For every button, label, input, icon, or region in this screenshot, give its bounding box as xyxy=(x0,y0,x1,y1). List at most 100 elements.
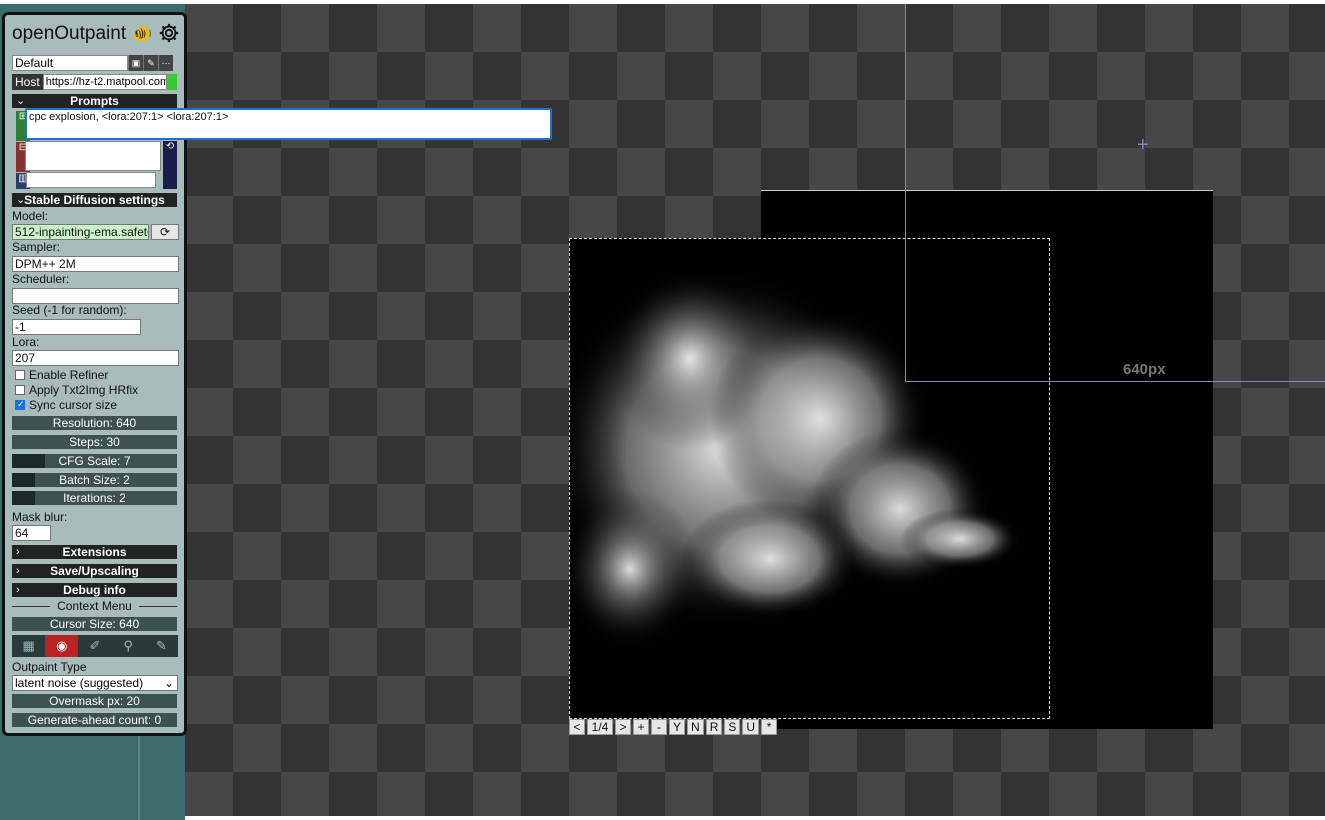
brush-icon[interactable]: ✐ xyxy=(78,635,111,657)
sd-settings-section-header[interactable]: ⌄ Stable Diffusion settings xyxy=(12,193,177,207)
cursor-size-label: 640px xyxy=(1123,361,1166,378)
checkbox-label: Sync cursor size xyxy=(29,398,118,412)
lora-label: Lora: xyxy=(12,335,40,349)
slider-label: Steps: 30 xyxy=(69,435,120,449)
section-label: Stable Diffusion settings xyxy=(24,193,165,207)
checkbox-label: Apply Txt2Img HRfix xyxy=(29,383,139,397)
sampler-input[interactable]: DPM++ 2M xyxy=(12,256,179,272)
checkbox-box[interactable] xyxy=(15,399,25,410)
sampler-label: Sampler: xyxy=(12,240,61,254)
model-label: Model: xyxy=(12,209,49,223)
checkbox-box[interactable] xyxy=(15,370,25,380)
overmask-slider[interactable]: Overmask px: 20 xyxy=(12,694,177,708)
app-title: openOutpaint 🐠 xyxy=(12,23,177,45)
prev-image-button[interactable]: < xyxy=(569,719,585,735)
chevron-down-icon: ⌄ xyxy=(16,194,26,206)
grid-icon[interactable]: ▦ xyxy=(12,635,45,657)
slider-fill xyxy=(12,491,36,505)
section-label: Prompts xyxy=(70,94,119,108)
chevron-down-icon: ⌄ xyxy=(163,676,174,690)
chevron-right-icon: › xyxy=(16,584,20,596)
debug-info-section-header[interactable]: › Debug info xyxy=(12,583,177,597)
more-icon[interactable]: ⋯ xyxy=(158,55,173,71)
preset-row: Default ▣ ✎ ⋯ xyxy=(12,55,177,71)
cfg-scale-slider[interactable]: CFG Scale: 7 xyxy=(12,454,177,468)
preset-select[interactable]: Default xyxy=(12,55,128,71)
section-label: Debug info xyxy=(63,583,126,597)
apply-hrfix-checkbox[interactable]: Apply Txt2Img HRfix xyxy=(15,383,138,397)
checkbox-label: Enable Refiner xyxy=(29,368,109,382)
host-status-indicator xyxy=(167,74,177,90)
fewer-images-button[interactable]: - xyxy=(651,719,667,735)
next-image-button[interactable]: > xyxy=(615,719,631,735)
seed-input[interactable]: -1 xyxy=(12,319,141,335)
prompts-section-header[interactable]: ⌄ Prompts xyxy=(12,94,177,108)
crosshair-icon: + xyxy=(1137,134,1149,156)
divider-line xyxy=(139,606,177,607)
generate-ahead-slider[interactable]: Generate-ahead count: 0 xyxy=(12,713,177,727)
scheduler-input[interactable] xyxy=(12,288,179,304)
scheduler-label: Scheduler: xyxy=(12,272,70,286)
host-input[interactable]: https://hz-t2.matpool.com xyxy=(42,74,167,90)
slider-fill xyxy=(12,473,36,487)
accept-button[interactable]: Y xyxy=(669,719,686,735)
pen-icon[interactable]: ✎ xyxy=(145,635,178,657)
context-menu-divider: Context Menu xyxy=(12,599,177,613)
style-input[interactable] xyxy=(26,172,156,188)
seed-label: Seed (-1 for random): xyxy=(12,303,127,317)
resolution-slider[interactable]: Resolution: 640 xyxy=(12,416,177,430)
cursor-size-slider[interactable]: Cursor Size: 640 xyxy=(12,617,177,631)
negative-prompt-input[interactable] xyxy=(25,141,161,171)
refresh-icon[interactable]: ⟳ xyxy=(151,224,179,240)
save-image-button[interactable]: S xyxy=(724,719,741,735)
enable-refiner-checkbox[interactable]: Enable Refiner xyxy=(15,368,108,382)
outpaint-type-value: latent noise (suggested) xyxy=(15,676,144,690)
save-icon[interactable]: ▣ xyxy=(128,55,143,71)
image-navigation: < 1/4 > + - Y N R S U * xyxy=(569,719,778,735)
mask-blur-input[interactable]: 64 xyxy=(12,525,51,541)
reject-button[interactable]: N xyxy=(687,719,704,735)
outpaint-type-select[interactable]: latent noise (suggested) ⌄ xyxy=(12,675,178,691)
batch-size-slider[interactable]: Batch Size: 2 xyxy=(12,473,177,487)
extensions-section-header[interactable]: › Extensions xyxy=(12,545,177,559)
slider-label: Batch Size: 2 xyxy=(59,473,130,487)
slider-label: Resolution: 640 xyxy=(52,416,137,430)
section-label: Save/Upscaling xyxy=(50,564,139,578)
page-indicator: 1/4 xyxy=(587,719,613,735)
stamp-icon[interactable]: ⚲ xyxy=(112,635,145,657)
divider-line xyxy=(12,606,50,607)
variation-button[interactable]: * xyxy=(761,719,778,735)
chevron-down-icon: ⌄ xyxy=(16,95,26,107)
outpaint-type-label: Outpaint Type xyxy=(12,660,87,674)
save-upscaling-section-header[interactable]: › Save/Upscaling xyxy=(12,564,177,578)
host-label: Host xyxy=(12,74,43,90)
edit-icon[interactable]: ✎ xyxy=(143,55,158,71)
steps-slider[interactable]: Steps: 30 xyxy=(12,435,177,449)
lora-input[interactable]: 207 xyxy=(12,350,179,366)
model-input[interactable]: 512-inpainting-ema.safetensors xyxy=(12,224,149,240)
slider-label: Iterations: 2 xyxy=(63,491,126,505)
slider-label: Cursor Size: 640 xyxy=(49,617,140,631)
chevron-right-icon: › xyxy=(16,546,20,558)
section-label: Extensions xyxy=(62,545,127,559)
slider-label: Generate-ahead count: 0 xyxy=(27,713,162,727)
fish-icon: 🐠 xyxy=(132,26,153,43)
slider-label: Overmask px: 20 xyxy=(49,694,140,708)
slider-label: CFG Scale: 7 xyxy=(58,454,131,468)
resource-button[interactable]: R xyxy=(705,719,723,735)
gear-icon[interactable] xyxy=(158,22,180,44)
mask-blur-label: Mask blur: xyxy=(12,510,68,524)
positive-prompt-input[interactable]: cpc explosion, <lora:207:1> <lora:207:1> xyxy=(25,108,552,140)
iterations-slider[interactable]: Iterations: 2 xyxy=(12,491,177,505)
app-title-text: openOutpaint xyxy=(12,23,127,44)
bottom-border xyxy=(185,816,1325,820)
tool-selector: ▦ ◉ ✐ ⚲ ✎ xyxy=(12,635,178,657)
more-images-button[interactable]: + xyxy=(633,719,649,735)
sync-cursor-checkbox[interactable]: Sync cursor size xyxy=(15,398,117,412)
checkbox-box[interactable] xyxy=(15,385,25,395)
chevron-right-icon: › xyxy=(16,565,20,577)
history-icon[interactable]: ⟲ xyxy=(163,141,177,189)
host-row: Host https://hz-t2.matpool.com xyxy=(12,74,177,90)
upscale-button[interactable]: U xyxy=(742,719,760,735)
mask-icon[interactable]: ◉ xyxy=(45,635,79,657)
